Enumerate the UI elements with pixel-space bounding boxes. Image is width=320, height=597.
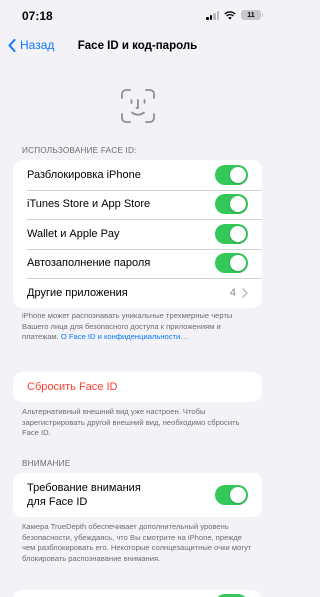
navigation-bar: Назад Face ID и код-пароль [0, 32, 275, 62]
reset-group: Сбросить Face ID [13, 372, 262, 402]
password-autofill-toggle[interactable] [215, 253, 248, 274]
toggle-row-password-autofill: Автозаполнение пароля [13, 248, 262, 279]
attention-footer: Камера TrueDepth обеспечивает дополнител… [22, 522, 252, 563]
reset-face-id-button[interactable]: Сбросить Face ID [13, 372, 262, 402]
row-label: Другие приложения [27, 286, 128, 299]
row-label: Автозаполнение пароля [27, 257, 151, 270]
battery-icon: 11 [241, 10, 263, 20]
chevron-right-icon [242, 287, 248, 298]
wallet-apple-pay-toggle[interactable] [215, 223, 248, 244]
other-apps-row[interactable]: Другие приложения 4 [13, 278, 262, 308]
row-label-line2: для Face ID [27, 496, 88, 508]
next-group [13, 590, 262, 597]
row-label: Разблокировка iPhone [27, 168, 141, 181]
status-bar: 07:18 11 [0, 0, 275, 32]
privacy-link[interactable]: О Face ID и конфиденциальности… [61, 332, 188, 341]
row-label: iTunes Store и App Store [27, 198, 151, 211]
page-title: Face ID и код-пароль [77, 40, 198, 52]
toggle-row-wallet-apple-pay: Wallet и Apple Pay [13, 219, 262, 249]
usage-group: Разблокировка iPhone iTunes Store и App … [13, 160, 262, 308]
cellular-signal-icon [206, 10, 219, 20]
toggle-row-require-attention: Требование внимания для Face ID [13, 473, 262, 517]
unlock-iphone-toggle[interactable] [215, 164, 248, 185]
itunes-app-store-toggle[interactable] [215, 194, 248, 215]
usage-footer: iPhone может распознавать уникальные тре… [22, 311, 254, 343]
attention-group: Требование внимания для Face ID [13, 473, 262, 517]
toggle-row-itunes-app-store: iTunes Store и App Store [13, 189, 262, 220]
status-time: 07:18 [22, 9, 53, 23]
reset-face-id-label: Сбросить Face ID [27, 380, 118, 393]
reset-footer: Альтернативный внешний вид уже настроен.… [22, 407, 240, 438]
require-attention-toggle[interactable] [215, 485, 248, 505]
row-label: Wallet и Apple Pay [27, 227, 120, 240]
row-label-line1: Требование внимания [27, 482, 141, 494]
row-label: Требование внимания для Face ID [27, 481, 215, 509]
wifi-icon [224, 10, 236, 19]
usage-section-header: ИСПОЛЬЗОВАНИЕ FACE ID: [22, 146, 137, 155]
other-apps-count: 4 [229, 286, 236, 299]
attention-section-header: ВНИМАНИЕ [22, 459, 71, 468]
status-icons: 11 [206, 10, 263, 20]
toggle-row-unlock-iphone: Разблокировка iPhone [13, 160, 262, 190]
face-id-icon [121, 89, 155, 123]
